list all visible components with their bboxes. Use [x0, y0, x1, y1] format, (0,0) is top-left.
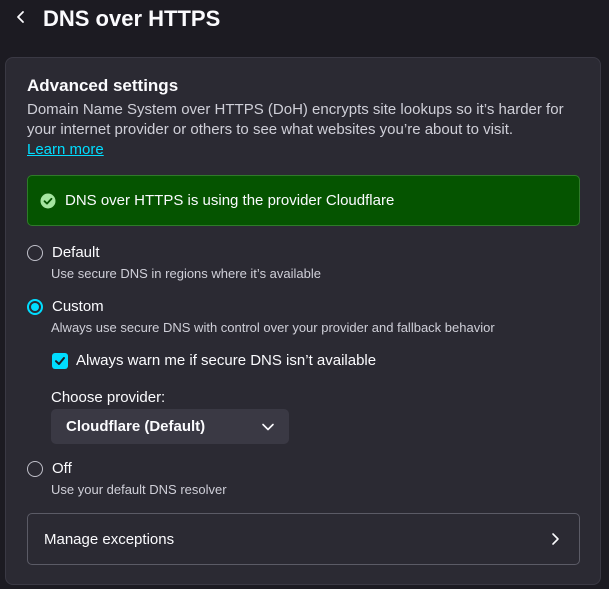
chevron-down-icon [261, 420, 275, 434]
warn-checkbox-label: Always warn me if secure DNS isn’t avail… [76, 352, 377, 369]
warn-checkbox-row[interactable]: Always warn me if secure DNS isn’t avail… [52, 351, 376, 371]
checkmark-icon [55, 357, 65, 365]
page-title: DNS over HTTPS [43, 6, 221, 31]
advanced-settings-card: Advanced settings Domain Name System ove… [5, 57, 601, 585]
learn-more-link[interactable]: Learn more [27, 141, 104, 158]
page-header: DNS over HTTPS [0, 0, 609, 40]
radio-default[interactable]: Default [27, 243, 100, 263]
radio-off[interactable]: Off [27, 459, 72, 479]
manage-exceptions-button[interactable]: Manage exceptions [27, 513, 580, 565]
radio-default-indicator[interactable] [27, 245, 43, 261]
radio-off-indicator[interactable] [27, 461, 43, 477]
provider-select[interactable]: Cloudflare (Default) [51, 409, 289, 444]
provider-label: Choose provider: [51, 389, 166, 406]
check-circle-icon [40, 193, 56, 209]
radio-off-description: Use your default DNS resolver [51, 482, 227, 497]
radio-custom[interactable]: Custom [27, 297, 104, 317]
radio-custom-indicator[interactable] [27, 299, 43, 315]
back-button[interactable] [8, 4, 34, 30]
radio-default-description: Use secure DNS in regions where it’s ava… [51, 266, 321, 281]
warn-checkbox[interactable] [52, 353, 68, 369]
description-text: Domain Name System over HTTPS (DoH) encr… [27, 101, 564, 138]
section-title: Advanced settings [27, 76, 179, 95]
provider-value: Cloudflare (Default) [66, 418, 206, 435]
chevron-right-icon [549, 532, 561, 546]
section-description: Domain Name System over HTTPS (DoH) encr… [27, 100, 572, 160]
radio-custom-label: Custom [52, 298, 104, 315]
radio-off-label: Off [52, 460, 72, 477]
radio-default-label: Default [52, 244, 100, 261]
status-text: DNS over HTTPS is using the provider Clo… [65, 191, 395, 209]
manage-exceptions-label: Manage exceptions [44, 530, 175, 548]
dns-settings-page: DNS over HTTPS Advanced settings Domain … [0, 0, 609, 589]
radio-custom-description: Always use secure DNS with control over … [51, 320, 495, 335]
status-banner: DNS over HTTPS is using the provider Clo… [27, 175, 580, 226]
chevron-left-icon [17, 11, 24, 23]
